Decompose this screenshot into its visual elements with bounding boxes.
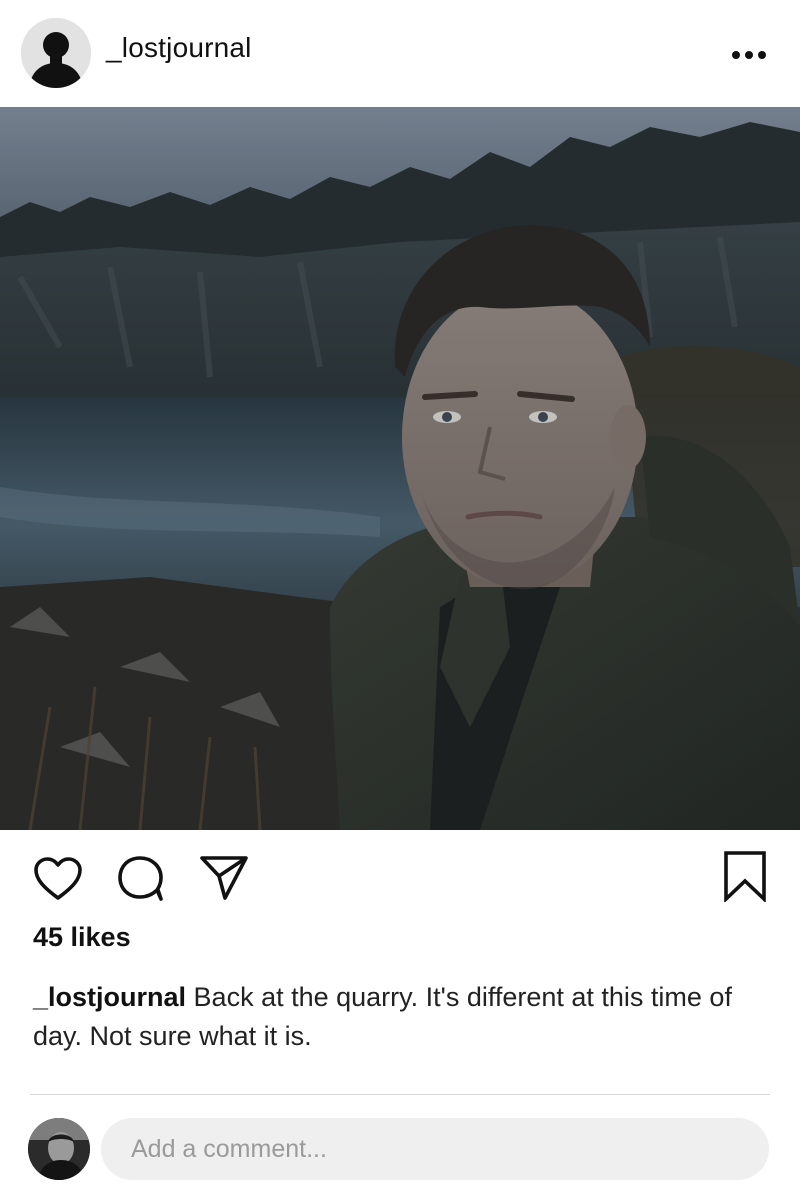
heart-icon[interactable]	[33, 856, 83, 902]
author-avatar[interactable]	[21, 18, 91, 88]
send-icon[interactable]	[199, 854, 249, 902]
comment-bubble-icon[interactable]	[117, 854, 167, 902]
caption-username[interactable]: _lostjournal	[33, 982, 186, 1012]
post-photo[interactable]	[0, 107, 800, 830]
post-action-bar	[0, 830, 800, 926]
more-options-icon[interactable]	[728, 38, 770, 72]
bookmark-icon[interactable]	[722, 850, 768, 902]
post-caption: _lostjournal Back at the quarry. It's di…	[33, 978, 753, 1056]
author-username[interactable]: _lostjournal	[106, 32, 252, 64]
comment-input[interactable]	[101, 1118, 769, 1180]
post-header: _lostjournal	[0, 0, 800, 107]
likes-count[interactable]: 45 likes	[33, 922, 131, 953]
current-user-avatar	[28, 1118, 90, 1180]
divider	[30, 1094, 770, 1095]
